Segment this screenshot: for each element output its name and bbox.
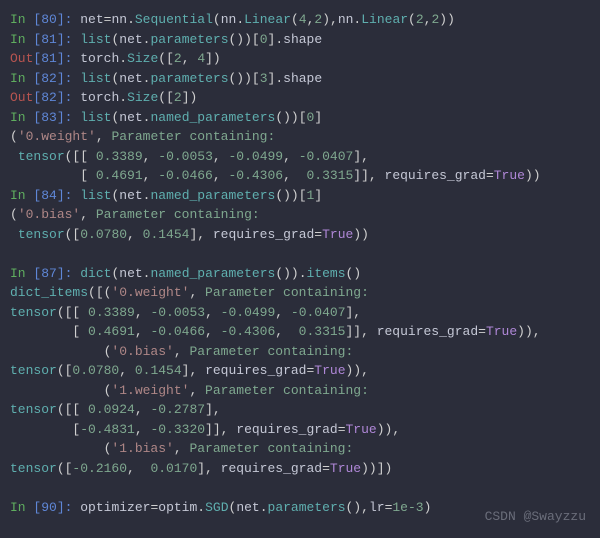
code-line: In [84]: list(net.named_parameters())[1] <box>10 186 590 206</box>
output-line: ('0.bias', Parameter containing: <box>10 342 590 362</box>
code-line: In [80]: net=nn.Sequential(nn.Linear(4,2… <box>10 10 590 30</box>
output-line: [ 0.4691, -0.0466, -0.4306, 0.3315]], re… <box>10 322 590 342</box>
output-line: [ 0.4691, -0.0466, -0.4306, 0.3315]], re… <box>10 166 590 186</box>
output-line: tensor([[ 0.3389, -0.0053, -0.0499, -0.0… <box>10 303 590 323</box>
code-line: In [82]: list(net.parameters())[3].shape <box>10 69 590 89</box>
output-line: [-0.4831, -0.3320]], requires_grad=True)… <box>10 420 590 440</box>
blank-line <box>10 478 590 498</box>
output-line: ('0.bias', Parameter containing: <box>10 205 590 225</box>
blank-line <box>10 244 590 264</box>
output-line: Out[81]: torch.Size([2, 4]) <box>10 49 590 69</box>
code-line: In [83]: list(net.named_parameters())[0] <box>10 108 590 128</box>
output-line: tensor([[ 0.3389, -0.0053, -0.0499, -0.0… <box>10 147 590 167</box>
output-line: dict_items([('0.weight', Parameter conta… <box>10 283 590 303</box>
output-line: ('1.weight', Parameter containing: <box>10 381 590 401</box>
code-line: In [81]: list(net.parameters())[0].shape <box>10 30 590 50</box>
output-line: Out[82]: torch.Size([2]) <box>10 88 590 108</box>
watermark: CSDN @Swayzzu <box>485 507 586 527</box>
code-block: In [80]: net=nn.Sequential(nn.Linear(4,2… <box>10 10 590 517</box>
output-line: tensor([[ 0.0924, -0.2787], <box>10 400 590 420</box>
output-line: ('0.weight', Parameter containing: <box>10 127 590 147</box>
output-line: tensor([0.0780, 0.1454], requires_grad=T… <box>10 361 590 381</box>
output-line: ('1.bias', Parameter containing: <box>10 439 590 459</box>
output-line: tensor([-0.2160, 0.0170], requires_grad=… <box>10 459 590 479</box>
code-line: In [87]: dict(net.named_parameters()).it… <box>10 264 590 284</box>
output-line: tensor([0.0780, 0.1454], requires_grad=T… <box>10 225 590 245</box>
